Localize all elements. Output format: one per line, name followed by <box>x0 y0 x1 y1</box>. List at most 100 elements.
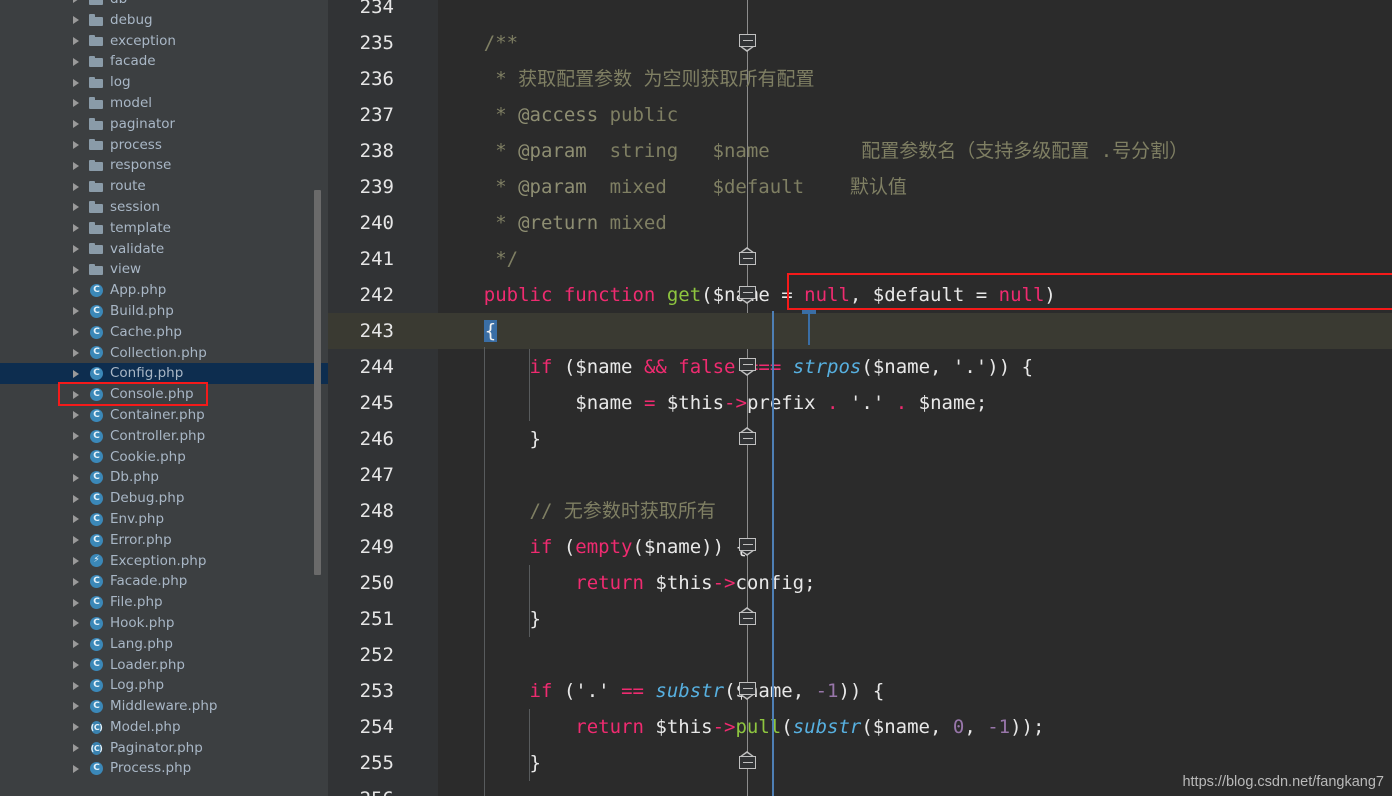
expand-arrow-icon[interactable] <box>70 96 84 110</box>
expand-arrow-icon[interactable] <box>70 180 84 194</box>
fold-region-start-icon[interactable] <box>739 286 756 304</box>
code-line[interactable]: 249 if (empty($name)) { <box>328 529 1392 565</box>
tree-item-cookie-php[interactable]: Cookie.php <box>0 447 328 468</box>
expand-arrow-icon[interactable] <box>70 720 84 734</box>
tree-item-hook-php[interactable]: Hook.php <box>0 613 328 634</box>
tree-item-build-php[interactable]: Build.php <box>0 301 328 322</box>
expand-arrow-icon[interactable] <box>70 0 84 6</box>
expand-arrow-icon[interactable] <box>70 408 84 422</box>
code-line[interactable]: 248 // 无参数时获取所有 <box>328 493 1392 529</box>
tree-item-middleware-php[interactable]: Middleware.php <box>0 696 328 717</box>
expand-arrow-icon[interactable] <box>70 512 84 526</box>
tree-item-process-php[interactable]: Process.php <box>0 758 328 779</box>
code-lines-container[interactable]: 234 235 /** 236 * 获取配置参数 为空则获取所有配置 237 * @a… <box>328 0 1392 796</box>
expand-arrow-icon[interactable] <box>70 304 84 318</box>
expand-arrow-icon[interactable] <box>70 741 84 755</box>
expand-arrow-icon[interactable] <box>70 575 84 589</box>
expand-arrow-icon[interactable] <box>70 242 84 256</box>
sidebar-scrollbar-thumb[interactable] <box>314 190 321 575</box>
code-line[interactable]: 239 * @param mixed $default 默认值 <box>328 169 1392 205</box>
fold-region-start-icon[interactable] <box>739 682 756 700</box>
tree-item-facade[interactable]: facade <box>0 51 328 72</box>
tree-item-config-php[interactable]: Config.php <box>0 363 328 385</box>
expand-arrow-icon[interactable] <box>70 55 84 69</box>
code-line[interactable]: 240 * @return mixed <box>328 205 1392 241</box>
expand-arrow-icon[interactable] <box>70 637 84 651</box>
code-line[interactable]: 238 * @param string $name 配置参数名（支持多级配置 .… <box>328 133 1392 169</box>
tree-item-process[interactable]: process <box>0 135 328 156</box>
tree-item-view[interactable]: view <box>0 259 328 280</box>
code-line[interactable]: 253 if ('.' == substr($name, -1)) { <box>328 673 1392 709</box>
expand-arrow-icon[interactable] <box>70 221 84 235</box>
code-line[interactable]: 247 <box>328 457 1392 493</box>
file-tree[interactable]: dbdebug exception facade log model paginator p… <box>0 0 328 779</box>
project-file-tree-panel[interactable]: dbdebug exception facade log model paginator p… <box>0 0 328 796</box>
tree-item-loader-php[interactable]: Loader.php <box>0 655 328 676</box>
expand-arrow-icon[interactable] <box>70 159 84 173</box>
code-line[interactable]: 252 <box>328 637 1392 673</box>
tree-item-response[interactable]: response <box>0 155 328 176</box>
expand-arrow-icon[interactable] <box>70 263 84 277</box>
code-line[interactable]: 251 } <box>328 601 1392 637</box>
tree-item-model-php[interactable]: Model.php <box>0 717 328 738</box>
tree-item-debug-php[interactable]: Debug.php <box>0 488 328 509</box>
tree-item-error-php[interactable]: Error.php <box>0 530 328 551</box>
tree-item-container-php[interactable]: Container.php <box>0 405 328 426</box>
expand-arrow-icon[interactable] <box>70 346 84 360</box>
tree-item-db[interactable]: db <box>0 0 328 10</box>
tree-item-model[interactable]: model <box>0 93 328 114</box>
expand-arrow-icon[interactable] <box>70 492 84 506</box>
tree-item-controller-php[interactable]: Controller.php <box>0 426 328 447</box>
expand-arrow-icon[interactable] <box>70 762 84 776</box>
expand-arrow-icon[interactable] <box>70 596 84 610</box>
expand-arrow-icon[interactable] <box>70 679 84 693</box>
code-line[interactable]: 236 * 获取配置参数 为空则获取所有配置 <box>328 61 1392 97</box>
code-line[interactable]: 235 /** <box>328 25 1392 61</box>
expand-arrow-icon[interactable] <box>70 616 84 630</box>
expand-arrow-icon[interactable] <box>70 13 84 27</box>
tree-item-paginator[interactable]: paginator <box>0 114 328 135</box>
code-line[interactable]: 244 if ($name && false === strpos($name,… <box>328 349 1392 385</box>
code-line[interactable]: 241 */ <box>328 241 1392 277</box>
tree-item-db-php[interactable]: Db.php <box>0 467 328 488</box>
expand-arrow-icon[interactable] <box>70 367 84 381</box>
expand-arrow-icon[interactable] <box>70 325 84 339</box>
tree-item-log-php[interactable]: Log.php <box>0 675 328 696</box>
expand-arrow-icon[interactable] <box>70 284 84 298</box>
fold-region-start-icon[interactable] <box>739 34 756 52</box>
tree-item-file-php[interactable]: File.php <box>0 592 328 613</box>
fold-region-start-icon[interactable] <box>739 538 756 556</box>
fold-region-end-icon[interactable] <box>739 751 756 769</box>
expand-arrow-icon[interactable] <box>70 429 84 443</box>
tree-item-paginator-php[interactable]: Paginator.php <box>0 738 328 759</box>
expand-arrow-icon[interactable] <box>70 471 84 485</box>
tree-item-debug[interactable]: debug <box>0 10 328 31</box>
expand-arrow-icon[interactable] <box>70 658 84 672</box>
code-line[interactable]: 245 $name = $this->prefix . '.' . $name; <box>328 385 1392 421</box>
expand-arrow-icon[interactable] <box>70 699 84 713</box>
code-line[interactable]: 234 <box>328 0 1392 25</box>
tree-item-collection-php[interactable]: Collection.php <box>0 343 328 364</box>
tree-item-cache-php[interactable]: Cache.php <box>0 322 328 343</box>
fold-region-start-icon[interactable] <box>739 358 756 376</box>
expand-arrow-icon[interactable] <box>70 138 84 152</box>
expand-arrow-icon[interactable] <box>70 76 84 90</box>
expand-arrow-icon[interactable] <box>70 34 84 48</box>
code-line[interactable]: 243 { <box>328 313 1392 349</box>
code-line[interactable]: 242 public function get($name = null, $d… <box>328 277 1392 313</box>
tree-item-session[interactable]: session <box>0 197 328 218</box>
code-line[interactable]: 250 return $this->config; <box>328 565 1392 601</box>
tree-item-validate[interactable]: validate <box>0 239 328 260</box>
tree-item-exception-php[interactable]: Exception.php <box>0 551 328 572</box>
code-line[interactable]: 246 } <box>328 421 1392 457</box>
tree-item-console-php[interactable]: Console.php <box>0 384 328 405</box>
expand-arrow-icon[interactable] <box>70 450 84 464</box>
tree-item-facade-php[interactable]: Facade.php <box>0 571 328 592</box>
expand-arrow-icon[interactable] <box>70 388 84 402</box>
expand-arrow-icon[interactable] <box>70 533 84 547</box>
code-line[interactable]: 237 * @access public <box>328 97 1392 133</box>
tree-item-log[interactable]: log <box>0 72 328 93</box>
expand-arrow-icon[interactable] <box>70 117 84 131</box>
tree-item-lang-php[interactable]: Lang.php <box>0 634 328 655</box>
code-editor-panel[interactable]: 234 235 /** 236 * 获取配置参数 为空则获取所有配置 237 * @a… <box>328 0 1392 796</box>
